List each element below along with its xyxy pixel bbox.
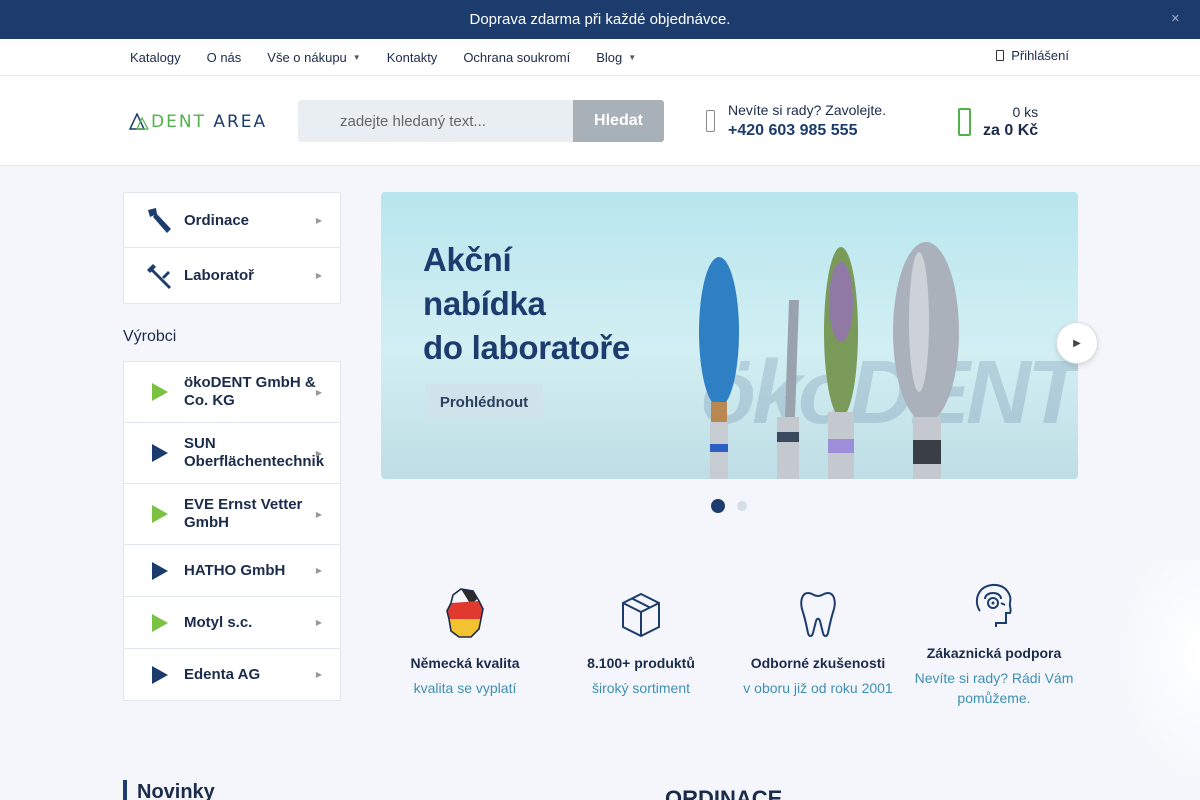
announcement-bar: Doprava zdarma při každé objednávce. ✕ — [0, 0, 1200, 39]
banner-title-line-2: nabídka — [423, 285, 546, 322]
manufacturer-item[interactable]: EVE Ernst Vetter GmbH ▶ — [124, 484, 340, 545]
play-icon — [152, 561, 168, 580]
phone-number: +420 603 985 555 — [728, 122, 858, 139]
chevron-down-icon: ▼ — [628, 52, 637, 62]
section-heading-novinky: Novinky — [123, 780, 215, 800]
play-icon — [152, 505, 168, 523]
category-menu: Ordinace ▶ Laboratoř ▶ — [123, 192, 341, 304]
carousel-dot-1[interactable] — [711, 499, 725, 513]
chevron-right-icon: ▶ — [315, 448, 322, 458]
carousel-dot-2[interactable] — [737, 501, 747, 511]
manufacturers-list: ökoDENT GmbH & Co. KG ▶ SUN Oberflächent… — [123, 361, 341, 701]
phone-icon — [706, 110, 715, 132]
manufacturer-item[interactable]: HATHO GmbH ▶ — [124, 545, 340, 597]
cart-button[interactable]: 0 ks za 0 Kč — [958, 104, 1038, 140]
nav-item-vse-o-nakupu[interactable]: Vše o nákupu ▼ — [267, 50, 360, 65]
search-button[interactable]: Hledat — [573, 100, 664, 142]
login-link[interactable]: Přihlášení — [996, 48, 1069, 63]
chevron-right-icon: ▶ — [315, 271, 322, 280]
banner-title-line-3: do laboratoře — [423, 329, 630, 366]
chevron-right-icon: ▶ — [1073, 337, 1081, 349]
chevron-right-icon: ▶ — [315, 670, 322, 679]
feature-german-quality: Německá kvalita kvalita se vyplatí — [375, 585, 555, 698]
manufacturer-item[interactable]: SUN Oberflächentechnik ▶ — [124, 423, 340, 484]
search-input[interactable] — [298, 100, 573, 142]
play-icon — [152, 444, 168, 462]
phone-contact[interactable]: Nevíte si rady? Zavolejte. +420 603 985 … — [706, 102, 886, 140]
nav-item-kontakty[interactable]: Kontakty — [387, 50, 438, 65]
chevron-right-icon: ▶ — [315, 566, 322, 575]
tooth-icon — [728, 585, 908, 639]
hero-banner[interactable]: ökoDENT Akční nabídka do laboratoře Proh… — [381, 192, 1078, 479]
feature-products: 8.100+ produktů široký sortiment — [551, 585, 731, 698]
nav-item-blog[interactable]: Blog ▼ — [596, 50, 636, 65]
site-logo[interactable]: DENT AREA — [129, 112, 267, 132]
support-headset-icon — [904, 575, 1084, 629]
phone-prompt: Nevíte si rady? Zavolejte. — [728, 102, 886, 118]
carousel-dots — [711, 499, 747, 513]
nav-item-ochrana-soukromi[interactable]: Ochrana soukromí — [463, 50, 570, 65]
manufacturers-heading: Výrobci — [123, 328, 177, 345]
chevron-right-icon: ▶ — [315, 387, 322, 397]
section-heading-ordinace: ORDINACE — [665, 786, 783, 800]
close-icon[interactable]: ✕ — [1171, 12, 1180, 25]
lab-tool-icon — [144, 261, 184, 291]
search-form: Hledat — [298, 100, 664, 142]
cart-quantity: 0 ks — [1012, 104, 1039, 120]
manufacturer-item[interactable]: ökoDENT GmbH & Co. KG ▶ — [124, 362, 340, 423]
logo-mark-icon — [129, 113, 149, 130]
site-header: DENT AREA Hledat Nevíte si rady? Zavolej… — [0, 76, 1200, 166]
nav-item-katalogy[interactable]: Katalogy — [130, 50, 181, 65]
manufacturer-item[interactable]: Motyl s.c. ▶ — [124, 597, 340, 649]
dental-handpiece-icon — [144, 205, 184, 235]
play-icon — [152, 665, 168, 684]
carousel-next-button[interactable]: ▶ — [1056, 322, 1098, 364]
category-item-laborator[interactable]: Laboratoř ▶ — [124, 248, 340, 303]
logo-text: DENT AREA — [151, 112, 268, 132]
chevron-right-icon: ▶ — [315, 509, 322, 519]
top-navigation: Katalogy O nás Vše o nákupu ▼ Kontakty Oc… — [0, 39, 1200, 76]
feature-support: Zákaznická podpora Nevíte si rady? Rádi … — [904, 575, 1084, 708]
nav-item-o-nas[interactable]: O nás — [207, 50, 242, 65]
banner-cta-button[interactable]: Prohlédnout — [425, 384, 543, 420]
chevron-right-icon: ▶ — [315, 215, 322, 225]
play-icon — [152, 383, 168, 401]
box-icon — [551, 585, 731, 639]
banner-title-line-1: Akční — [423, 241, 512, 278]
category-item-ordinace[interactable]: Ordinace ▶ — [124, 193, 340, 248]
chevron-down-icon: ▼ — [352, 52, 361, 62]
manufacturer-item[interactable]: Edenta AG ▶ — [124, 649, 340, 700]
germany-map-icon — [375, 585, 555, 639]
cart-icon — [958, 108, 971, 136]
dental-burs-image — [699, 242, 959, 479]
cart-total: za 0 Kč — [983, 122, 1039, 139]
feature-expertise: Odborné zkušenosti v oboru již od roku 2… — [728, 585, 908, 698]
decorative-edge — [1110, 560, 1200, 800]
play-icon — [152, 613, 168, 632]
lock-icon — [996, 50, 1005, 61]
chevron-right-icon: ▶ — [315, 618, 322, 627]
announcement-text: Doprava zdarma při každé objednávce. — [469, 11, 731, 28]
